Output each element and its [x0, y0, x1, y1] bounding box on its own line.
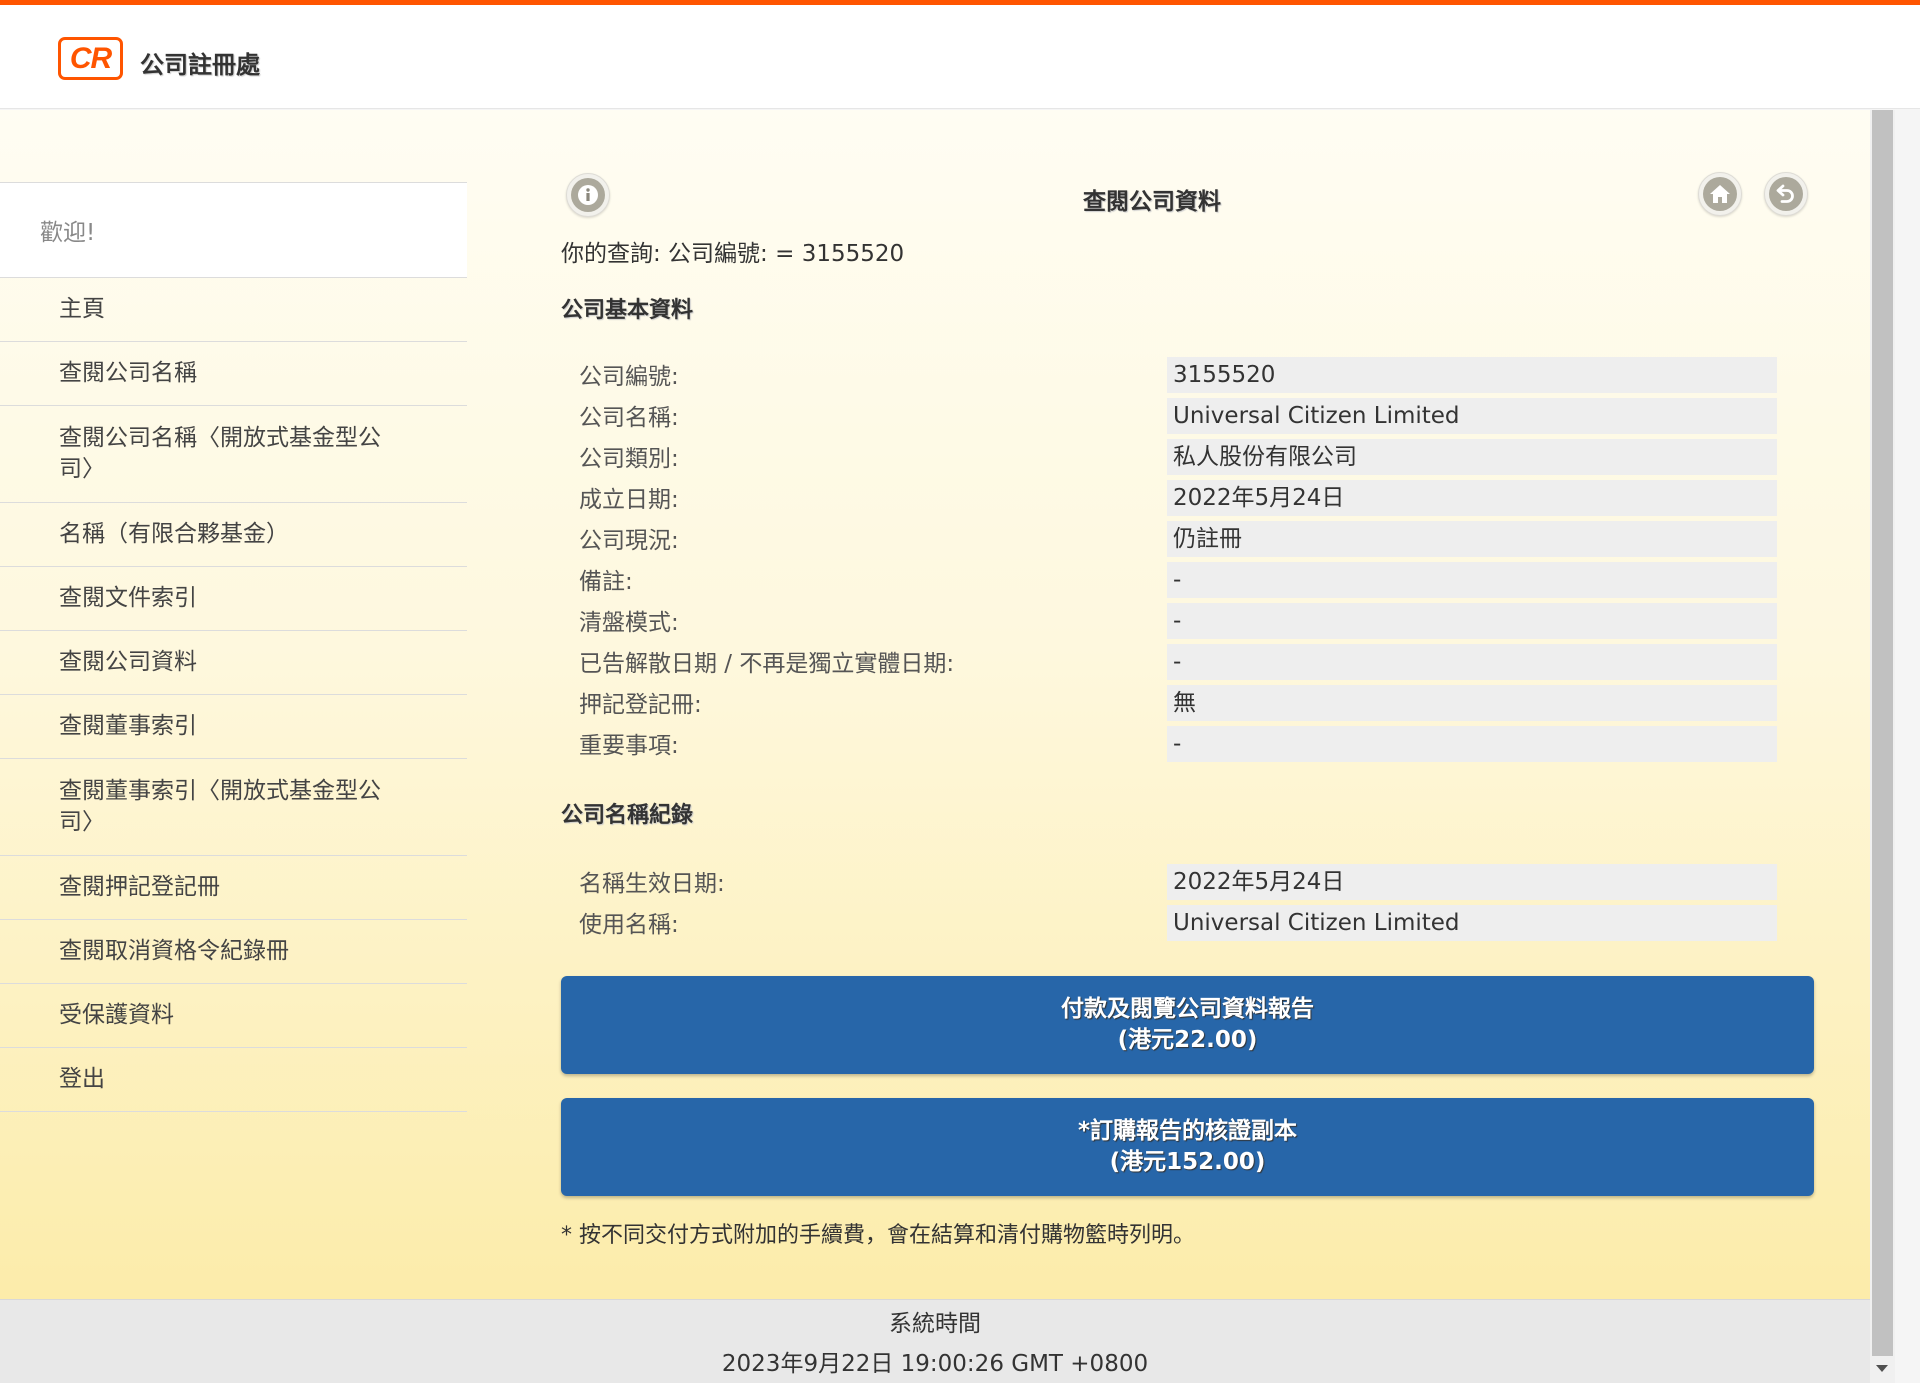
sidebar: 歡迎! 主頁 查閱公司名稱 查閱公司名稱〈開放式基金型公司〉 名稱（有限合夥基金… [0, 182, 467, 1112]
info-row: 使用名稱: Universal Citizen Limited [561, 903, 1814, 944]
info-row: 已告解散日期 / 不再是獨立實體日期: - [561, 642, 1814, 683]
info-row: 公司名稱: Universal Citizen Limited [561, 396, 1814, 437]
field-value: Universal Citizen Limited [1167, 905, 1777, 941]
button-price: (港元152.00) [1109, 1149, 1266, 1175]
field-value: Universal Citizen Limited [1167, 398, 1777, 434]
field-label: 公司編號: [579, 364, 679, 390]
field-value: 2022年5月24日 [1167, 480, 1777, 516]
sidebar-item-logout[interactable]: 登出 [0, 1048, 467, 1112]
field-value: 私人股份有限公司 [1167, 439, 1777, 475]
content-area: 歡迎! 主頁 查閱公司名稱 查閱公司名稱〈開放式基金型公司〉 名稱（有限合夥基金… [0, 110, 1870, 1299]
sidebar-item-company-particulars[interactable]: 查閱公司資料 [0, 631, 467, 695]
field-value: 仍註冊 [1167, 521, 1777, 557]
site-header: CR 公司註冊處 [0, 5, 1920, 109]
field-label: 公司現況: [579, 528, 679, 554]
info-row: 成立日期: 2022年5月24日 [561, 478, 1814, 519]
field-label: 重要事項: [579, 733, 679, 759]
system-time-label: 系統時間 [889, 1311, 981, 1337]
fee-note: * 按不同交付方式附加的手續費，會在結算和清付購物籃時列明。 [561, 1223, 1195, 1248]
field-label: 備註: [579, 569, 633, 595]
info-row: 名稱生效日期: 2022年5月24日 [561, 862, 1814, 903]
button-label: *訂購報告的核證副本 [1077, 1118, 1298, 1144]
field-label: 清盤模式: [579, 610, 679, 636]
info-row: 備註: - [561, 560, 1814, 601]
sidebar-item-home[interactable]: 主頁 [0, 278, 467, 342]
sidebar-item-director-index[interactable]: 查閱董事索引 [0, 695, 467, 759]
field-value: - [1167, 603, 1777, 639]
sidebar-item-protected-info[interactable]: 受保護資料 [0, 984, 467, 1048]
scroll-down-arrow-icon[interactable] [1876, 1365, 1888, 1372]
field-value: 無 [1167, 685, 1777, 721]
field-label: 名稱生效日期: [579, 871, 725, 897]
sidebar-item-ofc-director-index[interactable]: 查閱董事索引〈開放式基金型公司〉 [0, 759, 467, 856]
field-value: - [1167, 644, 1777, 680]
sidebar-item-lpf-name[interactable]: 名稱（有限合夥基金） [0, 503, 467, 567]
system-time-value: 2023年9月22日 19:00:26 GMT +0800 [721, 1351, 1149, 1377]
field-label: 成立日期: [579, 487, 679, 513]
sidebar-item-disqualification-orders[interactable]: 查閱取消資格令紀錄冊 [0, 920, 467, 984]
basic-info-table: 公司編號: 3155520 公司名稱: Universal Citizen Limi… [561, 355, 1814, 765]
info-button[interactable] [566, 173, 610, 217]
info-row: 公司編號: 3155520 [561, 355, 1814, 396]
field-label: 使用名稱: [579, 912, 679, 938]
info-row: 重要事項: - [561, 724, 1814, 765]
field-label: 已告解散日期 / 不再是獨立實體日期: [579, 651, 955, 677]
button-label: 付款及閱覽公司資料報告 [1061, 996, 1314, 1022]
page-title: 查閱公司資料 [1083, 189, 1221, 215]
name-history-heading: 公司名稱紀錄 [561, 803, 694, 828]
back-icon [1769, 177, 1803, 211]
sidebar-item-document-index[interactable]: 查閱文件索引 [0, 567, 467, 631]
cr-logo[interactable]: CR [58, 37, 123, 80]
welcome-banner: 歡迎! [0, 182, 467, 278]
site-title: 公司註冊處 [140, 51, 260, 79]
field-value: 2022年5月24日 [1167, 864, 1777, 900]
sidebar-item-search-company-name[interactable]: 查閱公司名稱 [0, 342, 467, 406]
name-history-table: 名稱生效日期: 2022年5月24日 使用名稱: Universal Citizen… [561, 862, 1814, 944]
main-panel: 查閱公司資料 你的查詢: 公司編號: = 3155520 公司基本資料 公司編號… [561, 110, 1814, 1299]
field-label: 公司類別: [579, 446, 679, 472]
field-label: 公司名稱: [579, 405, 679, 431]
button-price: (港元22.00) [1117, 1027, 1258, 1053]
logo-text: CR [69, 41, 112, 75]
back-button[interactable] [1764, 172, 1808, 216]
field-label: 押記登記冊: [579, 692, 702, 718]
footer: 系統時間 2023年9月22日 19:00:26 GMT +0800 [0, 1299, 1870, 1383]
vertical-scrollbar[interactable] [1870, 110, 1895, 1383]
sidebar-item-charges-register[interactable]: 查閱押記登記冊 [0, 856, 467, 920]
info-row: 公司現況: 仍註冊 [561, 519, 1814, 560]
sidebar-item-search-ofc-name[interactable]: 查閱公司名稱〈開放式基金型公司〉 [0, 406, 467, 503]
home-button[interactable] [1698, 172, 1742, 216]
order-certified-copy-button[interactable]: *訂購報告的核證副本 (港元152.00) [561, 1098, 1814, 1196]
basic-info-heading: 公司基本資料 [561, 298, 694, 323]
info-icon [571, 178, 605, 212]
field-value: - [1167, 562, 1777, 598]
info-row: 押記登記冊: 無 [561, 683, 1814, 724]
info-row: 公司類別: 私人股份有限公司 [561, 437, 1814, 478]
scrollbar-thumb[interactable] [1872, 110, 1893, 1356]
home-icon [1703, 177, 1737, 211]
info-row: 清盤模式: - [561, 601, 1814, 642]
query-summary: 你的查詢: 公司編號: = 3155520 [561, 241, 905, 267]
field-value: - [1167, 726, 1777, 762]
field-value: 3155520 [1167, 357, 1777, 393]
pay-view-report-button[interactable]: 付款及閱覽公司資料報告 (港元22.00) [561, 976, 1814, 1074]
